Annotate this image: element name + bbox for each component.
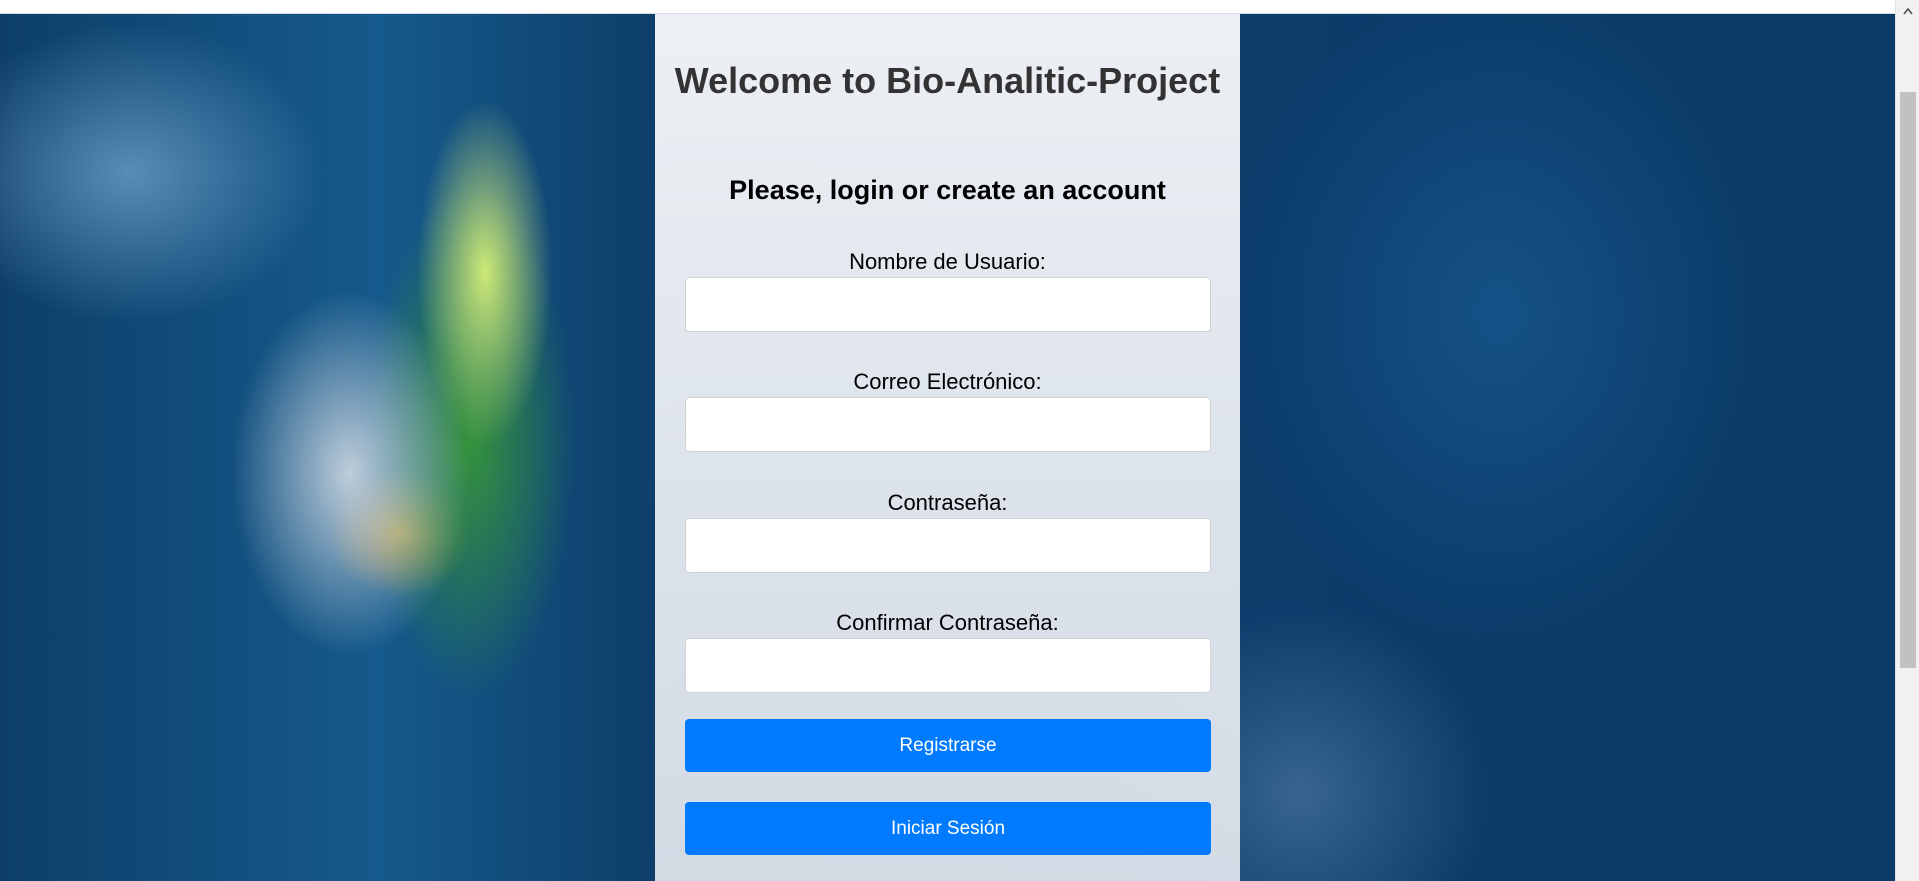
scrollbar-thumb[interactable]	[1900, 92, 1916, 668]
confirm-password-label: Confirmar Contraseña:	[836, 610, 1059, 635]
confirm-password-input[interactable]	[685, 638, 1211, 693]
username-input[interactable]	[685, 277, 1211, 332]
login-button[interactable]: Iniciar Sesión	[685, 802, 1211, 855]
email-input[interactable]	[685, 397, 1211, 452]
username-label: Nombre de Usuario:	[849, 249, 1046, 274]
page-viewport: Welcome to Bio-Analitic-Project Please, …	[0, 0, 1895, 881]
password-label: Contraseña:	[887, 490, 1008, 515]
top-bar-strip	[0, 0, 1895, 14]
register-button[interactable]: Registrarse	[685, 719, 1211, 772]
page-title: Welcome to Bio-Analitic-Project	[674, 60, 1221, 101]
chevron-up-icon[interactable]	[1896, 0, 1919, 22]
email-label: Correo Electrónico:	[853, 369, 1042, 394]
auth-panel: Welcome to Bio-Analitic-Project Please, …	[655, 13, 1240, 881]
vertical-scrollbar[interactable]	[1895, 0, 1919, 881]
page-subtitle: Please, login or create an account	[729, 175, 1166, 205]
password-input[interactable]	[685, 518, 1211, 573]
